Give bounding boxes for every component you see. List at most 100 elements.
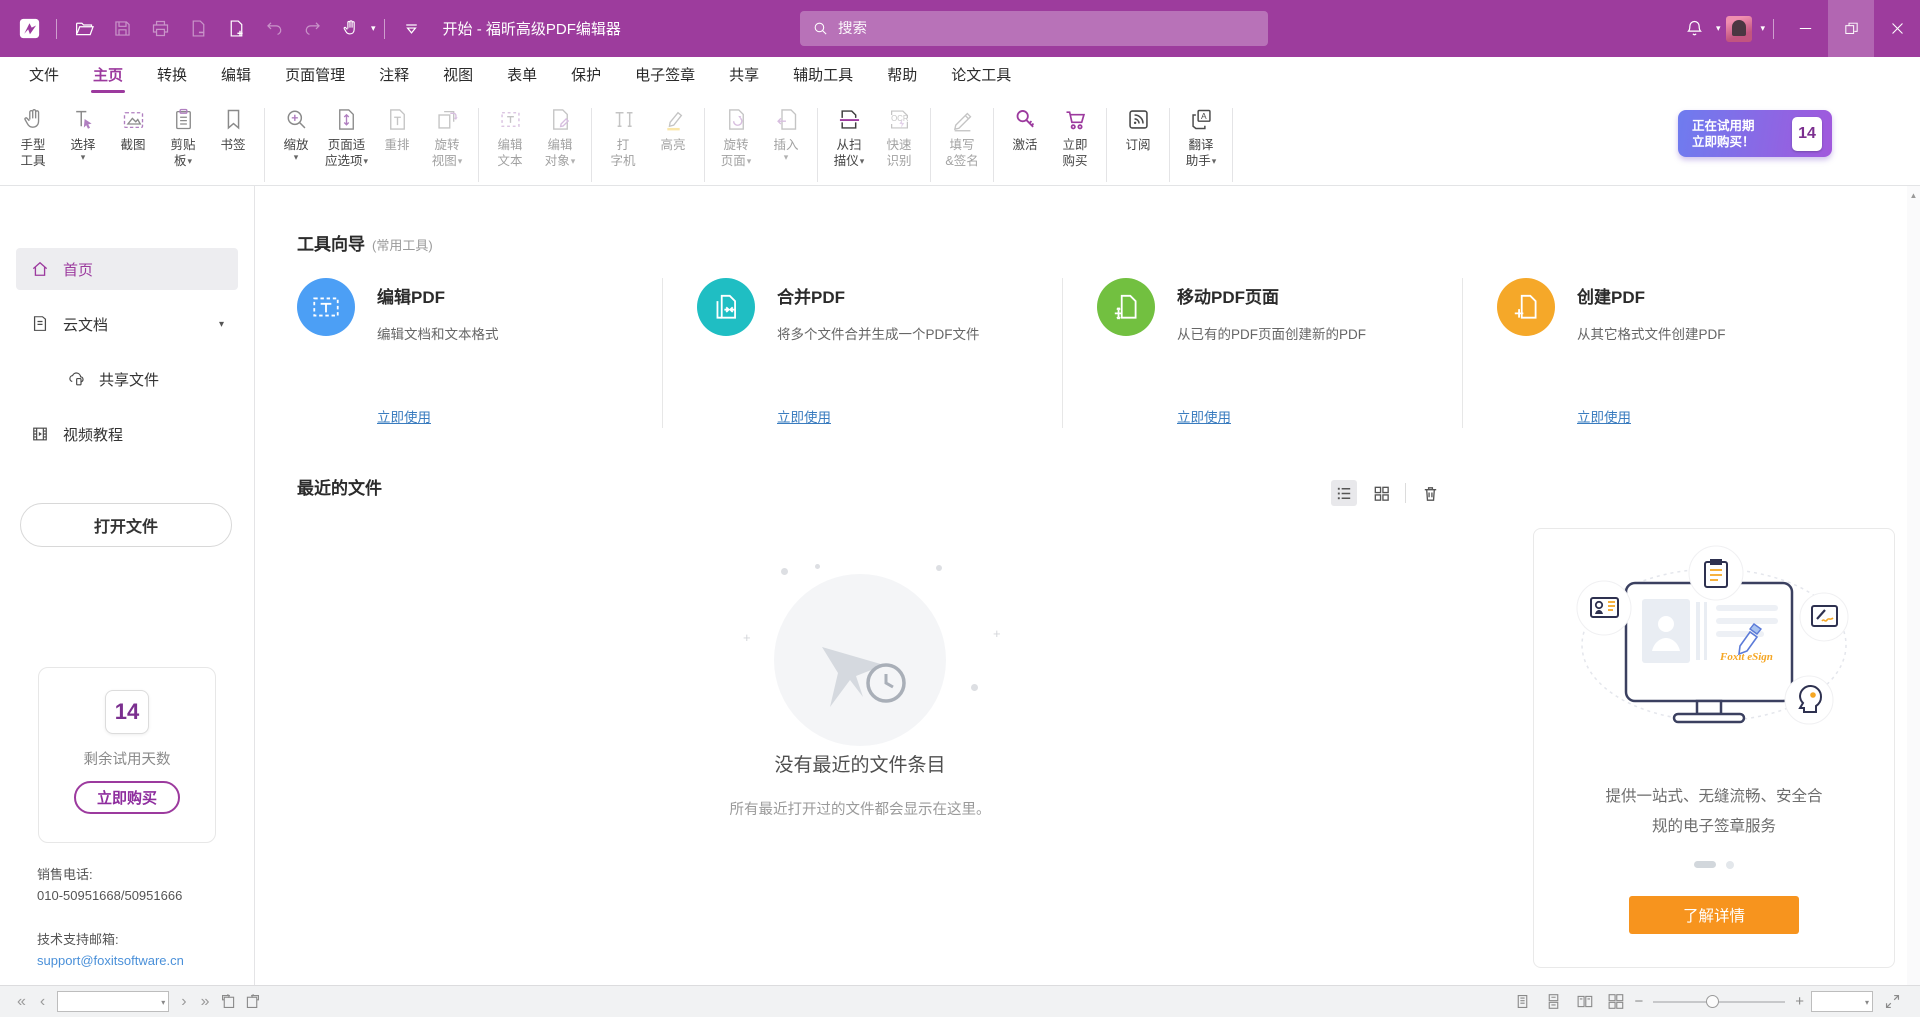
- notifications-bell-icon[interactable]: [1679, 13, 1711, 45]
- clear-recent-button[interactable]: [1417, 480, 1443, 506]
- menu-tab-file[interactable]: 文件: [12, 57, 76, 97]
- zoom-in-button[interactable]: +: [1795, 993, 1804, 1010]
- support-email-link[interactable]: support@foxitsoftware.cn: [37, 950, 184, 971]
- menu-tab-edit[interactable]: 编辑: [204, 57, 268, 97]
- sparkle-dot: [971, 684, 978, 691]
- sidebar-item-video-tutorials[interactable]: 视频教程: [16, 413, 238, 455]
- vertical-scrollbar[interactable]: ▲: [1907, 186, 1920, 985]
- ribbon-clipboard[interactable]: 剪贴 板▾: [158, 104, 208, 169]
- menu-tab-convert[interactable]: 转换: [140, 57, 204, 97]
- tool-card-move-pdf-pages[interactable]: 移动PDF页面 从已有的PDF页面创建新的PDF 立即使用: [1062, 278, 1462, 428]
- open-file-icon[interactable]: [68, 13, 100, 45]
- trial-banner[interactable]: 正在试用期 立即购买！ 14: [1678, 110, 1832, 157]
- tool-card-desc: 将多个文件合并生成一个PDF文件: [777, 323, 1062, 343]
- single-page-view-button[interactable]: [1510, 990, 1534, 1014]
- buy-now-button[interactable]: 立即购买: [74, 781, 180, 814]
- search-box[interactable]: [800, 11, 1268, 46]
- minimize-button[interactable]: [1782, 0, 1828, 57]
- sidebar-item-shared-files[interactable]: 共享文件: [52, 358, 246, 400]
- dropdown-caret-icon: ▾: [283, 153, 308, 162]
- restore-window-button[interactable]: [1828, 0, 1874, 57]
- carousel-dot[interactable]: [1726, 861, 1734, 869]
- menu-tab-paper-tools[interactable]: 论文工具: [934, 57, 1028, 97]
- next-view-button[interactable]: [240, 990, 264, 1014]
- scrollbar-up-arrow[interactable]: ▲: [1907, 186, 1920, 200]
- menu-tab-help[interactable]: 帮助: [870, 57, 934, 97]
- grid-view-button[interactable]: [1368, 480, 1394, 506]
- tool-card-merge-pdf[interactable]: 合并PDF 将多个文件合并生成一个PDF文件 立即使用: [662, 278, 1062, 428]
- ribbon-translate-assistant[interactable]: A 翻译 助手▾: [1176, 104, 1226, 169]
- zoom-slider-handle[interactable]: [1706, 995, 1719, 1008]
- continuous-facing-view-icon: [1607, 993, 1624, 1010]
- hand-tool-quick-icon[interactable]: [334, 13, 366, 45]
- use-now-link[interactable]: 立即使用: [777, 406, 831, 426]
- ribbon-subscribe[interactable]: 订阅: [1113, 104, 1163, 153]
- notifications-caret-icon[interactable]: ▾: [1716, 23, 1721, 34]
- menu-tab-share[interactable]: 共享: [712, 57, 776, 97]
- open-file-button[interactable]: 打开文件: [20, 503, 232, 547]
- use-now-link[interactable]: 立即使用: [377, 406, 431, 426]
- prev-page-button[interactable]: ‹: [40, 994, 45, 1010]
- zoom-slider[interactable]: [1653, 1001, 1785, 1003]
- zoom-level-input[interactable]: [1812, 992, 1872, 1011]
- trial-days-label: 剩余试用天数: [39, 748, 215, 769]
- facing-view-button[interactable]: [1572, 990, 1596, 1014]
- fit-screen-button[interactable]: [1880, 990, 1904, 1014]
- ribbon-snapshot[interactable]: 截图: [108, 104, 158, 153]
- ribbon-activate[interactable]: 激活: [1000, 104, 1050, 153]
- create-pdf-icon[interactable]: [220, 13, 252, 45]
- ribbon-zoom[interactable]: 缩放▾: [271, 104, 321, 162]
- last-page-button[interactable]: »: [201, 994, 210, 1010]
- collapse-ribbon-icon[interactable]: [396, 13, 428, 45]
- dropdown-caret-icon: ▾: [364, 156, 369, 166]
- ribbon-from-scanner[interactable]: 从扫 描仪▾: [824, 104, 874, 169]
- user-avatar[interactable]: [1723, 13, 1755, 45]
- ribbon-page-fit-options[interactable]: 页面适 应选项▾: [321, 104, 372, 169]
- menu-tab-organize[interactable]: 页面管理: [268, 57, 362, 97]
- next-page-button[interactable]: ›: [181, 994, 186, 1010]
- menu-tab-view[interactable]: 视图: [426, 57, 490, 97]
- zoom-dropdown-caret-icon[interactable]: ▾: [1865, 998, 1869, 1007]
- continuous-facing-view-button[interactable]: [1603, 990, 1627, 1014]
- menu-tab-form[interactable]: 表单: [490, 57, 554, 97]
- continuous-view-button[interactable]: [1541, 990, 1565, 1014]
- previous-view-button[interactable]: [216, 990, 240, 1014]
- page-number-box[interactable]: ▾: [57, 991, 169, 1012]
- carousel-dot-active[interactable]: [1694, 861, 1716, 868]
- sidebar-item-label: 视频教程: [63, 424, 123, 445]
- tool-card-create-pdf[interactable]: 创建PDF 从其它格式文件创建PDF 立即使用: [1462, 278, 1862, 428]
- sidebar-item-cloud-docs[interactable]: 云文档 ▾: [16, 303, 238, 345]
- sidebar-item-home[interactable]: 首页: [16, 248, 238, 290]
- ribbon-buy-now[interactable]: 立即 购买: [1050, 104, 1100, 169]
- menu-tab-comment[interactable]: 注释: [362, 57, 426, 97]
- ribbon-bookmark[interactable]: 书签: [208, 104, 258, 153]
- menu-tab-home[interactable]: 主页: [76, 57, 140, 97]
- support-email-label: 技术支持邮箱:: [37, 929, 184, 950]
- ribbon-separator: [264, 108, 265, 182]
- next-view-icon: [244, 993, 261, 1010]
- tools-section-subtitle: (常用工具): [372, 238, 433, 253]
- zoom-out-button[interactable]: −: [1634, 993, 1643, 1010]
- tool-card-title: 合并PDF: [777, 283, 1062, 308]
- create-pdf-icon: [1497, 278, 1555, 336]
- menu-tab-accessibility[interactable]: 辅助工具: [776, 57, 870, 97]
- expand-caret-icon[interactable]: ▾: [219, 319, 224, 330]
- search-input[interactable]: [838, 21, 1256, 37]
- dropdown-caret-icon: ▾: [458, 156, 463, 166]
- page-number-input[interactable]: [58, 992, 168, 1011]
- menu-tab-esign[interactable]: 电子签章: [618, 57, 712, 97]
- tool-card-edit-pdf[interactable]: 编辑PDF 编辑文档和文本格式 立即使用: [297, 278, 662, 428]
- use-now-link[interactable]: 立即使用: [1577, 406, 1631, 426]
- hand-tool-caret-icon[interactable]: ▾: [371, 23, 376, 34]
- use-now-link[interactable]: 立即使用: [1177, 406, 1231, 426]
- page-dropdown-caret-icon[interactable]: ▾: [161, 998, 165, 1007]
- learn-more-button[interactable]: 了解详情: [1629, 896, 1799, 934]
- zoom-level-box[interactable]: ▾: [1811, 991, 1873, 1012]
- ribbon-select[interactable]: 选择▾: [58, 104, 108, 162]
- menu-tab-protect[interactable]: 保护: [554, 57, 618, 97]
- list-view-button[interactable]: [1331, 480, 1357, 506]
- close-button[interactable]: [1874, 0, 1920, 57]
- first-page-button[interactable]: «: [17, 994, 26, 1010]
- ribbon-hand-tool[interactable]: 手型 工具: [8, 104, 58, 169]
- account-caret-icon[interactable]: ▾: [1760, 23, 1765, 34]
